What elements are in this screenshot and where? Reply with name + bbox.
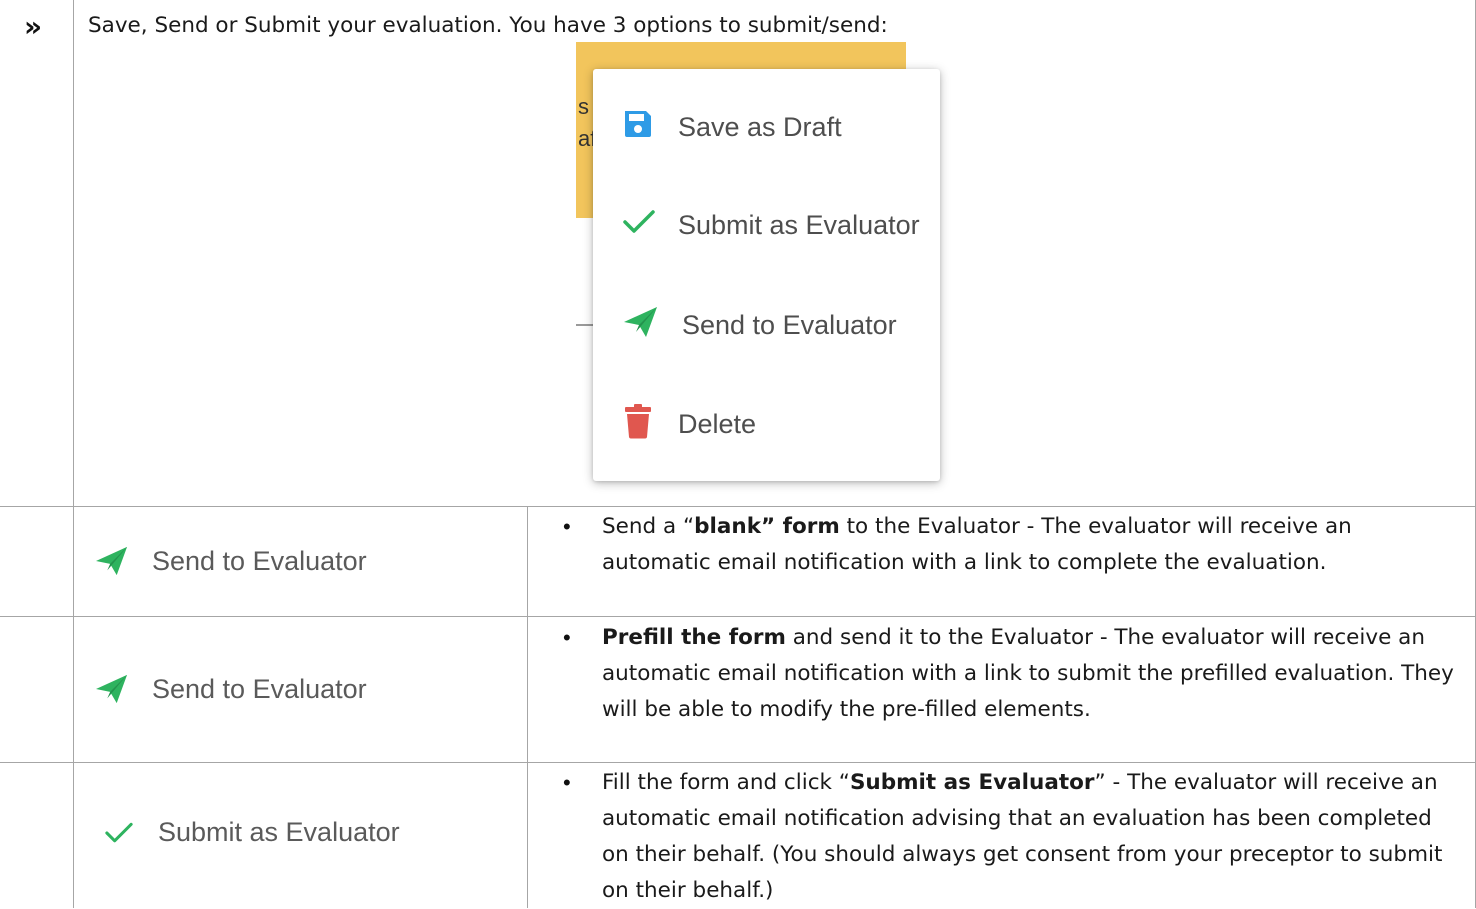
table-border	[0, 762, 1476, 763]
button-label: Send to Evaluator	[152, 545, 367, 576]
button-label: Send to Evaluator	[152, 673, 367, 704]
send-to-evaluator-button[interactable]: Send to Evaluator	[94, 545, 367, 577]
menu-item-save-draft[interactable]: Save as Draft	[622, 108, 842, 147]
double-chevron-icon: »	[24, 10, 43, 43]
floppy-disk-icon	[622, 108, 664, 147]
table-border	[0, 506, 1476, 507]
row-description: Send a “blank” form to the Evaluator - T…	[602, 509, 1462, 581]
text-bold: blank” form	[694, 514, 840, 539]
menu-item-label: Send to Evaluator	[682, 310, 897, 340]
send-to-evaluator-button[interactable]: Send to Evaluator	[94, 673, 367, 705]
menu-item-label: Submit as Evaluator	[678, 210, 920, 240]
text-segment: Fill the form and click “	[602, 770, 850, 795]
menu-item-label: Delete	[678, 409, 757, 439]
checkmark-icon	[104, 820, 144, 846]
table-border	[527, 507, 528, 908]
menu-item-send-evaluator[interactable]: Send to Evaluator	[622, 305, 897, 346]
background-text-fragment: s	[578, 94, 589, 119]
bullet: •	[563, 625, 571, 650]
text-segment: Send a “	[602, 514, 695, 539]
paper-plane-icon	[622, 305, 668, 346]
table-border	[0, 616, 1476, 617]
background-divider	[576, 324, 594, 326]
text-bold: Prefill the form	[602, 625, 786, 650]
paper-plane-icon	[94, 545, 138, 577]
submit-as-evaluator-button[interactable]: Submit as Evaluator	[104, 817, 400, 848]
text-bold: Submit as Evaluator	[849, 770, 1095, 795]
table-border	[73, 0, 74, 908]
menu-item-submit-evaluator[interactable]: Submit as Evaluator	[622, 207, 920, 244]
menu-item-delete[interactable]: Delete	[622, 403, 756, 446]
document-table: » Save, Send or Submit your evaluation. …	[0, 0, 1476, 908]
bullet: •	[563, 514, 571, 539]
row-description: Fill the form and click “Submit as Evalu…	[602, 765, 1462, 909]
bullet: •	[563, 770, 571, 795]
paper-plane-icon	[94, 673, 138, 705]
menu-item-label: Save as Draft	[678, 112, 842, 142]
trash-icon	[622, 403, 664, 446]
instruction-text: Save, Send or Submit your evaluation. Yo…	[88, 13, 888, 38]
checkmark-icon	[622, 207, 664, 244]
row-description: Prefill the form and send it to the Eval…	[602, 620, 1462, 728]
button-label: Submit as Evaluator	[158, 817, 400, 847]
